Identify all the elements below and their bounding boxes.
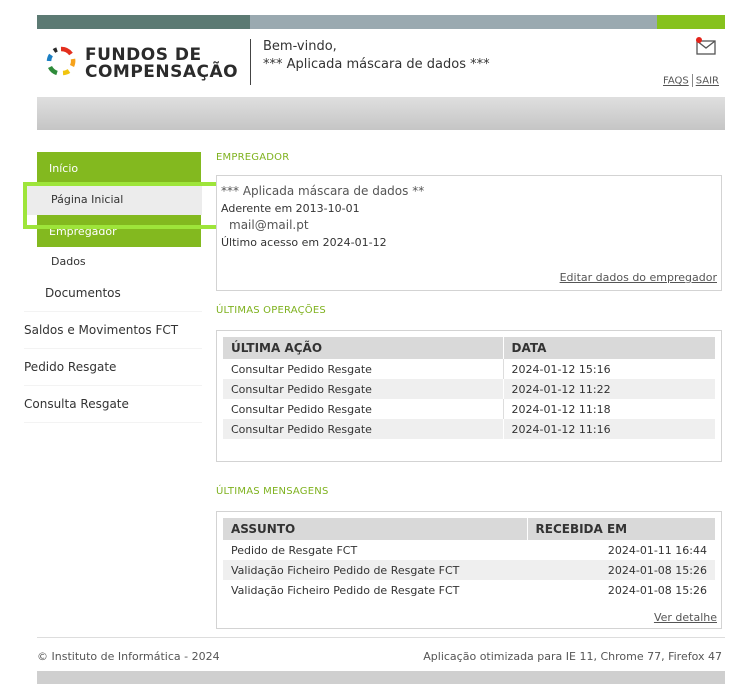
welcome-label: Bem-vindo, bbox=[263, 39, 337, 54]
sidebar-section-inicio[interactable]: Início bbox=[37, 152, 201, 184]
header-divider bbox=[250, 39, 251, 85]
footer-browser-note: Aplicação otimizada para IE 11, Chrome 7… bbox=[423, 650, 722, 663]
faqs-link[interactable]: FAQS bbox=[663, 76, 689, 87]
logo-icon bbox=[46, 46, 76, 76]
top-color-bar bbox=[37, 15, 725, 29]
ver-detalhe-link[interactable]: Ver detalhe bbox=[654, 611, 717, 624]
mail-icon[interactable] bbox=[695, 36, 717, 56]
edit-employer-link[interactable]: Editar dados do empregador bbox=[560, 269, 717, 286]
main-content: EMPREGADOR *** Aplicada máscara de dados… bbox=[216, 152, 722, 629]
col-ultima-acao: ÚLTIMA AÇÃO bbox=[223, 337, 503, 359]
operacoes-table: ÚLTIMA AÇÃO DATA Consultar Pedido Resgat… bbox=[223, 337, 715, 439]
sidebar-item-pedido-resgate[interactable]: Pedido Resgate bbox=[24, 349, 202, 386]
operacoes-box: ÚLTIMA AÇÃO DATA Consultar Pedido Resgat… bbox=[216, 330, 722, 462]
mensagens-box: ASSUNTO RECEBIDA EM Pedido de Resgate FC… bbox=[216, 511, 722, 629]
user-name: *** Aplicada máscara de dados *** bbox=[263, 57, 490, 72]
sidebar-item-documentos[interactable]: Documentos bbox=[24, 275, 202, 312]
table-row[interactable]: Validação Ficheiro Pedido de Resgate FCT… bbox=[223, 560, 715, 580]
logo-text: FUNDOS DE COMPENSAÇÃO bbox=[85, 45, 239, 82]
email-text: mail@mail.pt bbox=[229, 218, 309, 232]
ultimo-acesso-text: Último acesso em 2024-01-12 bbox=[221, 236, 387, 249]
header-band bbox=[37, 97, 725, 130]
sidebar-item-dados[interactable]: Dados bbox=[24, 247, 202, 275]
operacoes-title: ÚLTIMAS OPERAÇÕES bbox=[216, 305, 326, 316]
table-row[interactable]: Validação Ficheiro Pedido de Resgate FCT… bbox=[223, 580, 715, 600]
col-assunto: ASSUNTO bbox=[223, 518, 527, 540]
welcome-text: Bem-vindo, *** Aplicada máscara de dados… bbox=[263, 38, 490, 74]
sair-link[interactable]: SAIR bbox=[696, 76, 719, 87]
header-links: FAQS SAIR bbox=[663, 74, 719, 87]
sidebar-item-saldos[interactable]: Saldos e Movimentos FCT bbox=[24, 312, 202, 349]
mensagens-table: ASSUNTO RECEBIDA EM Pedido de Resgate FC… bbox=[223, 518, 715, 600]
table-row: Consultar Pedido Resgate 2024-01-12 11:1… bbox=[223, 419, 715, 439]
col-recebida-em: RECEBIDA EM bbox=[526, 518, 715, 540]
table-row: Consultar Pedido Resgate 2024-01-12 11:1… bbox=[223, 399, 715, 419]
table-row[interactable]: Pedido de Resgate FCT 2024-01-11 16:44 bbox=[223, 540, 715, 560]
mensagens-title: ÚLTIMAS MENSAGENS bbox=[216, 486, 329, 497]
sidebar-item-pagina-inicial[interactable]: Página Inicial bbox=[24, 184, 202, 215]
aderente-text: Aderente em 2013-10-01 bbox=[221, 202, 360, 215]
footer-divider bbox=[37, 637, 725, 638]
footer-bar bbox=[37, 671, 725, 684]
footer-copyright: © Instituto de Informática - 2024 bbox=[37, 650, 220, 663]
col-data: DATA bbox=[502, 337, 715, 359]
sidebar-item-consulta-resgate[interactable]: Consulta Resgate bbox=[24, 386, 202, 423]
empregador-name: *** Aplicada máscara de dados ** bbox=[221, 184, 425, 198]
header: FUNDOS DE COMPENSAÇÃO Bem-vindo, *** Apl… bbox=[37, 29, 725, 97]
table-row: Consultar Pedido Resgate 2024-01-12 15:1… bbox=[223, 359, 715, 379]
table-row: Consultar Pedido Resgate 2024-01-12 11:2… bbox=[223, 379, 715, 399]
sidebar: Início Página Inicial Empregador Dados D… bbox=[24, 152, 202, 423]
empregador-title: EMPREGADOR bbox=[216, 152, 290, 163]
sidebar-section-empregador[interactable]: Empregador bbox=[37, 215, 201, 247]
page: FUNDOS DE COMPENSAÇÃO Bem-vindo, *** Apl… bbox=[0, 0, 736, 684]
empregador-box: *** Aplicada máscara de dados ** Aderent… bbox=[216, 175, 722, 291]
